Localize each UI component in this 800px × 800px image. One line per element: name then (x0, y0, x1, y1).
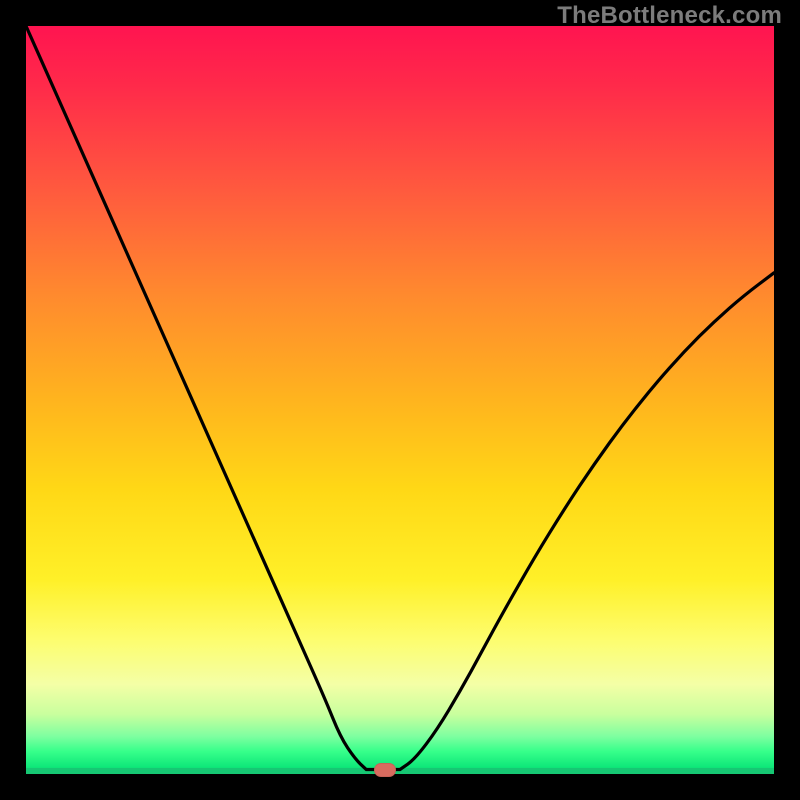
optimum-marker (374, 763, 396, 777)
curve-path (26, 26, 774, 770)
bottleneck-curve (26, 26, 774, 774)
plot-area (26, 26, 774, 774)
chart-frame: TheBottleneck.com (0, 0, 800, 800)
